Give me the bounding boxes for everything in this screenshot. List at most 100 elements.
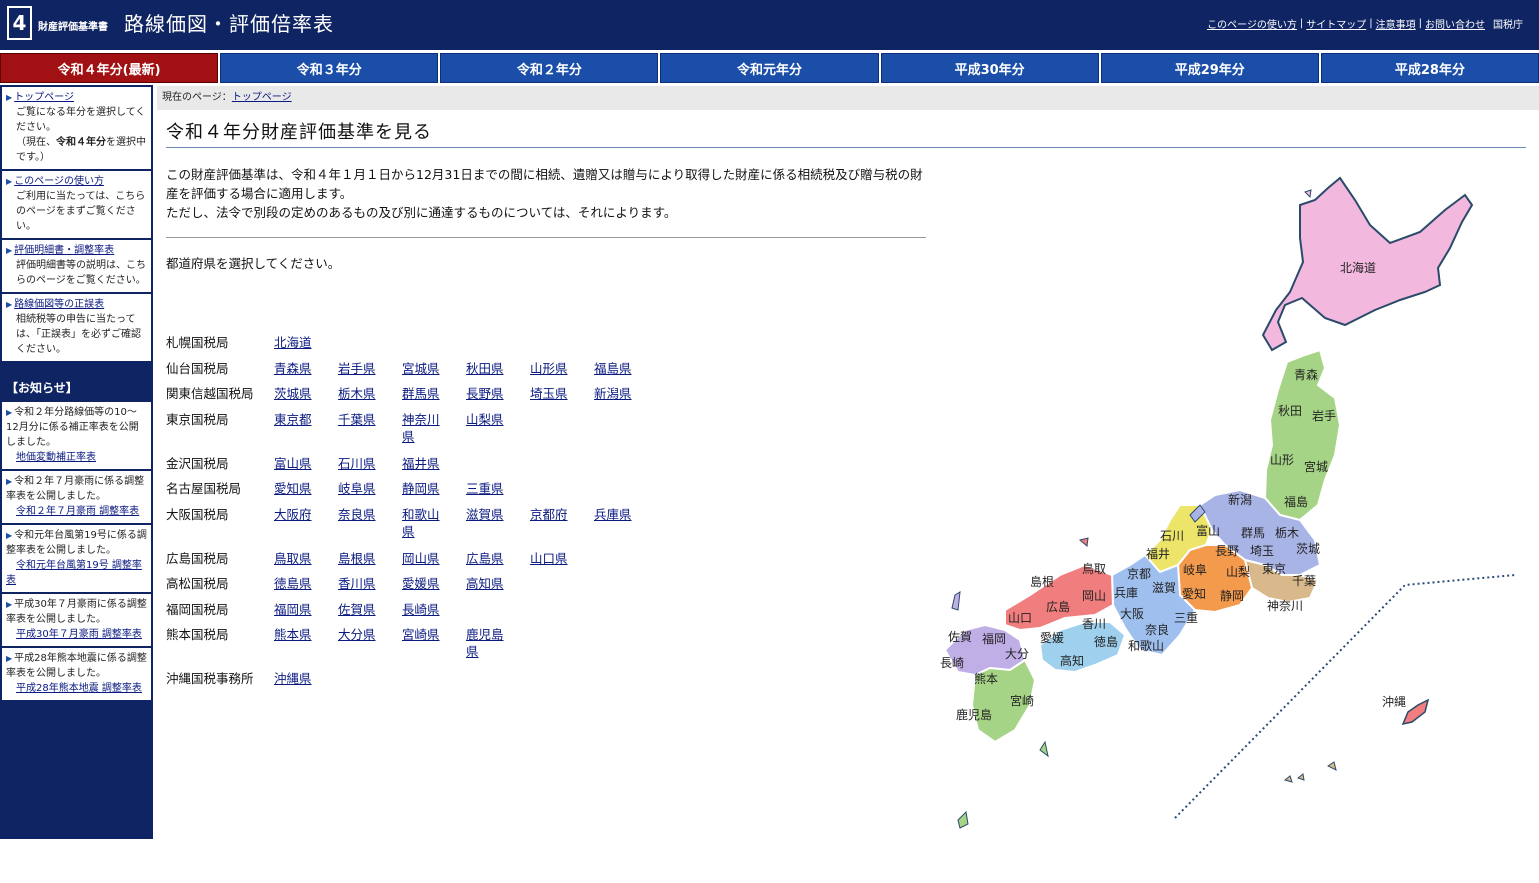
logo-number-badge[interactable]: 4 [7, 6, 32, 40]
map-label-tokushima[interactable]: 徳島 [1094, 634, 1118, 649]
map-label-niigata[interactable]: 新潟 [1228, 492, 1252, 507]
notice-link[interactable]: 令和２年７月豪雨 調整率表 [6, 506, 139, 517]
prefecture-link[interactable]: 山梨県 [466, 412, 504, 427]
prefecture-link[interactable]: 宮城県 [402, 361, 440, 376]
map-label-ehime[interactable]: 愛媛 [1040, 631, 1064, 645]
map-label-okayama[interactable]: 岡山 [1082, 589, 1106, 603]
map-label-yamanashi[interactable]: 山梨 [1226, 565, 1250, 579]
map-label-ibaraki[interactable]: 茨城 [1296, 542, 1320, 556]
sidebar-link-howto[interactable]: このページの使い方 [14, 176, 104, 187]
map-label-fukushima[interactable]: 福島 [1284, 494, 1308, 509]
prefecture-link[interactable]: 福岡県 [274, 602, 312, 617]
notice-link[interactable]: 地価変動補正率表 [6, 452, 96, 463]
map-label-okinawa[interactable]: 沖縄 [1382, 694, 1406, 709]
tab-r2[interactable]: 令和２年分 [440, 53, 659, 83]
map-label-fukuoka[interactable]: 福岡 [982, 631, 1006, 646]
map-label-kanagawa[interactable]: 神奈川 [1267, 599, 1303, 613]
prefecture-link[interactable]: 愛媛県 [402, 576, 440, 591]
map-label-hiroshima[interactable]: 広島 [1046, 599, 1070, 614]
prefecture-link[interactable]: 岐阜県 [338, 481, 376, 496]
prefecture-link[interactable]: 神奈川県 [402, 411, 446, 445]
map-label-gunma[interactable]: 群馬 [1241, 526, 1265, 540]
prefecture-link[interactable]: 京都府 [530, 507, 568, 522]
map-label-aichi[interactable]: 愛知 [1182, 587, 1206, 601]
prefecture-link[interactable]: 石川県 [338, 456, 376, 471]
prefecture-link[interactable]: 秋田県 [466, 361, 504, 376]
map-label-miyagi[interactable]: 宮城 [1304, 459, 1328, 474]
link-sitemap[interactable]: サイトマップ [1306, 16, 1366, 31]
map-label-shizuoka[interactable]: 静岡 [1220, 589, 1244, 603]
map-label-kochi[interactable]: 高知 [1060, 653, 1084, 668]
map-label-yamaguchi[interactable]: 山口 [1008, 611, 1032, 625]
prefecture-link[interactable]: 高知県 [466, 576, 504, 591]
map-label-fukui[interactable]: 福井 [1146, 546, 1170, 561]
tab-r1[interactable]: 令和元年分 [660, 53, 879, 83]
prefecture-link[interactable]: 鳥取県 [274, 551, 312, 566]
link-howto[interactable]: このページの使い方 [1207, 16, 1297, 31]
prefecture-link[interactable]: 佐賀県 [338, 602, 376, 617]
prefecture-link[interactable]: 北海道 [274, 335, 312, 350]
map-label-akita[interactable]: 秋田 [1278, 404, 1302, 418]
map-label-tokyo[interactable]: 東京 [1262, 562, 1286, 576]
prefecture-link[interactable]: 徳島県 [274, 576, 312, 591]
logo-title[interactable]: 路線価図・評価倍率表 [124, 8, 334, 37]
map-label-oita[interactable]: 大分 [1005, 647, 1029, 661]
prefecture-link[interactable]: 新潟県 [594, 386, 632, 401]
tab-r3[interactable]: 令和３年分 [220, 53, 439, 83]
notice-link[interactable]: 平成28年熊本地震 調整率表 [6, 683, 142, 694]
tab-h30[interactable]: 平成30年分 [880, 53, 1099, 83]
prefecture-link[interactable]: 三重県 [466, 481, 504, 496]
prefecture-link[interactable]: 山形県 [530, 361, 568, 376]
prefecture-link[interactable]: 静岡県 [402, 481, 440, 496]
map-label-shiga[interactable]: 滋賀 [1152, 581, 1176, 595]
prefecture-link[interactable]: 沖縄県 [274, 671, 312, 686]
prefecture-link[interactable]: 兵庫県 [594, 507, 632, 522]
prefecture-link[interactable]: 熊本県 [274, 627, 312, 642]
prefecture-link[interactable]: 和歌山県 [402, 506, 446, 540]
prefecture-link[interactable]: 滋賀県 [466, 507, 504, 522]
sidebar-link-errata[interactable]: 路線価図等の正誤表 [14, 299, 104, 310]
map-label-miyazaki[interactable]: 宮崎 [1010, 693, 1034, 708]
prefecture-link[interactable]: 東京都 [274, 412, 312, 427]
prefecture-link[interactable]: 香川県 [338, 576, 376, 591]
map-label-nagano[interactable]: 長野 [1215, 544, 1239, 558]
prefecture-link[interactable]: 千葉県 [338, 412, 376, 427]
prefecture-link[interactable]: 茨城県 [274, 386, 312, 401]
prefecture-link[interactable]: 長野県 [466, 386, 504, 401]
map-label-aomori[interactable]: 青森 [1294, 367, 1318, 382]
link-notes[interactable]: 注意事項 [1376, 16, 1416, 31]
map-label-mie[interactable]: 三重 [1174, 611, 1198, 625]
prefecture-link[interactable]: 宮崎県 [402, 627, 440, 642]
prefecture-link[interactable]: 愛知県 [274, 481, 312, 496]
prefecture-link[interactable]: 群馬県 [402, 386, 440, 401]
prefecture-link[interactable]: 青森県 [274, 361, 312, 376]
sidebar-link-forms[interactable]: 評価明細書・調整率表 [14, 245, 114, 256]
prefecture-link[interactable]: 富山県 [274, 456, 312, 471]
map-label-yamagata[interactable]: 山形 [1270, 453, 1294, 467]
tab-h29[interactable]: 平成29年分 [1100, 53, 1319, 83]
prefecture-link[interactable]: 埼玉県 [530, 386, 568, 401]
map-label-kagoshima[interactable]: 鹿児島 [956, 707, 992, 722]
map-label-nara[interactable]: 奈良 [1145, 622, 1169, 637]
map-label-shimane[interactable]: 島根 [1030, 574, 1054, 589]
map-label-chiba[interactable]: 千葉 [1292, 574, 1316, 588]
region-okinawa[interactable] [1401, 698, 1430, 726]
prefecture-link[interactable]: 大阪府 [274, 507, 312, 522]
prefecture-link[interactable]: 長崎県 [402, 602, 440, 617]
map-label-ishikawa[interactable]: 石川 [1160, 529, 1184, 543]
notice-link[interactable]: 平成30年７月豪雨 調整率表 [6, 629, 142, 640]
prefecture-link[interactable]: 福井県 [402, 456, 440, 471]
tab-r4[interactable]: 令和４年分(最新) [0, 53, 219, 83]
map-label-kumamoto[interactable]: 熊本 [974, 671, 998, 686]
link-contact[interactable]: お問い合わせ [1425, 16, 1485, 31]
map-label-tochigi[interactable]: 栃木 [1275, 526, 1299, 540]
map-label-wakayama[interactable]: 和歌山 [1128, 638, 1164, 653]
prefecture-link[interactable]: 山口県 [530, 551, 568, 566]
prefecture-link[interactable]: 福島県 [594, 361, 632, 376]
map-label-saga[interactable]: 佐賀 [948, 630, 972, 644]
prefecture-link[interactable]: 大分県 [338, 627, 376, 642]
map-label-saitama[interactable]: 埼玉 [1250, 544, 1274, 558]
prefecture-link[interactable]: 栃木県 [338, 386, 376, 401]
prefecture-link[interactable]: 鹿児島県 [466, 626, 510, 660]
map-label-gifu[interactable]: 岐阜 [1183, 563, 1207, 577]
